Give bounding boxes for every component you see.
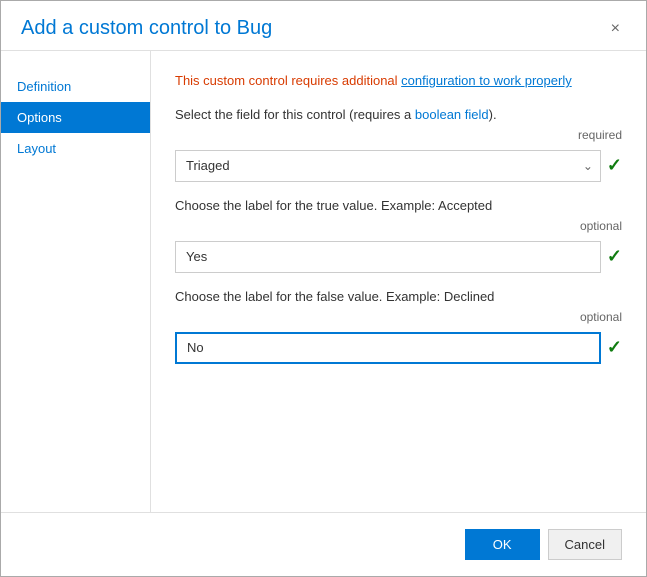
field1-row: Triaged Activated Resolved Closed ⌄ ✓ — [175, 150, 622, 182]
field1-select-wrapper: Triaged Activated Resolved Closed ⌄ — [175, 150, 601, 182]
field3-label: Choose the label for the false value. Ex… — [175, 289, 622, 304]
dialog-body: Definition Options Layout This custom co… — [1, 51, 646, 512]
field1-select[interactable]: Triaged Activated Resolved Closed — [175, 150, 601, 182]
sidebar: Definition Options Layout — [1, 51, 151, 512]
field1-required-label: required — [175, 128, 622, 142]
field2-input[interactable] — [175, 241, 601, 273]
field3-check-icon: ✓ — [607, 337, 622, 358]
close-button[interactable]: × — [605, 19, 626, 39]
field1-group: Select the field for this control (requi… — [175, 107, 622, 182]
ok-button[interactable]: OK — [465, 529, 540, 560]
dialog-title: Add a custom control to Bug — [21, 17, 272, 40]
dialog-header: Add a custom control to Bug × — [1, 1, 646, 51]
field1-check-icon: ✓ — [607, 155, 622, 176]
sidebar-item-options[interactable]: Options — [1, 102, 150, 133]
field3-row: ✓ — [175, 332, 622, 364]
field2-label: Choose the label for the true value. Exa… — [175, 198, 622, 213]
field2-row: ✓ — [175, 241, 622, 273]
field3-input[interactable] — [175, 332, 601, 364]
sidebar-item-layout[interactable]: Layout — [1, 133, 150, 164]
field1-label: Select the field for this control (requi… — [175, 107, 622, 122]
info-message: This custom control requires additional … — [175, 71, 622, 91]
field2-group: Choose the label for the true value. Exa… — [175, 198, 622, 273]
dialog-footer: OK Cancel — [1, 512, 646, 576]
dialog: Add a custom control to Bug × Definition… — [0, 0, 647, 577]
content-area: This custom control requires additional … — [151, 51, 646, 512]
field3-optional-label: optional — [175, 310, 622, 324]
cancel-button[interactable]: Cancel — [548, 529, 622, 560]
sidebar-item-definition[interactable]: Definition — [1, 71, 150, 102]
field2-check-icon: ✓ — [607, 246, 622, 267]
field3-group: Choose the label for the false value. Ex… — [175, 289, 622, 364]
field2-optional-label: optional — [175, 219, 622, 233]
